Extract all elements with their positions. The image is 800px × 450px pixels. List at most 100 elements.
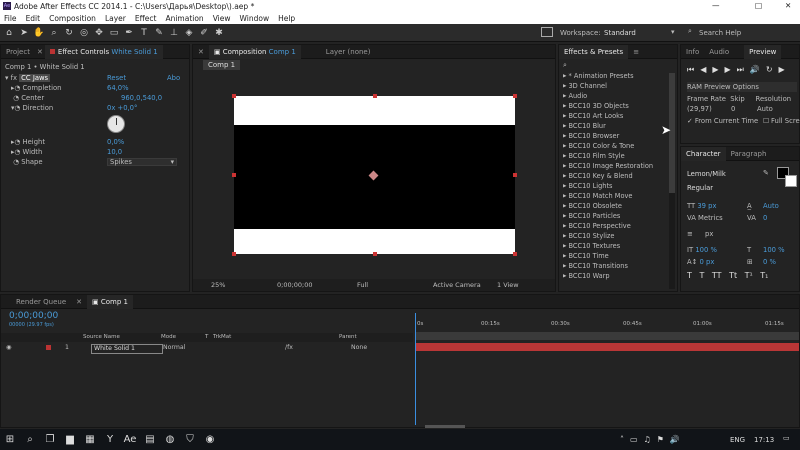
search-help-input[interactable]: Search Help bbox=[699, 29, 741, 37]
layer-row[interactable]: ◉ 1 White Solid 1 Normal /fx None bbox=[1, 343, 413, 354]
effect-name[interactable]: CC Jaws bbox=[19, 74, 51, 82]
resolution-select[interactable]: Auto bbox=[757, 104, 773, 114]
first-frame-icon[interactable]: ⏮ bbox=[687, 65, 700, 74]
stamp-tool-icon[interactable]: ⊥ bbox=[168, 27, 180, 39]
clock[interactable]: 17:13 bbox=[754, 436, 774, 444]
col-trkmat[interactable]: TrkMat bbox=[213, 333, 231, 342]
store-icon[interactable]: ▦ bbox=[80, 429, 100, 450]
eyedropper-icon[interactable]: ✎ bbox=[763, 169, 769, 177]
task-view-icon[interactable]: ❐ bbox=[40, 429, 60, 450]
reset-link[interactable]: Reset bbox=[107, 73, 126, 83]
kerning-value[interactable]: Metrics bbox=[698, 214, 723, 222]
tab-render-queue[interactable]: Render Queue bbox=[11, 295, 71, 309]
language-indicator[interactable]: ENG bbox=[730, 436, 745, 444]
tab-paragraph[interactable]: Paragraph bbox=[726, 147, 772, 161]
list-item[interactable]: BCC10 Blur bbox=[559, 121, 677, 131]
playhead[interactable] bbox=[415, 313, 416, 425]
handle[interactable] bbox=[513, 252, 517, 256]
minimize-button[interactable]: — bbox=[712, 1, 720, 10]
ram-preview-options[interactable]: RAM Preview Options bbox=[687, 82, 797, 92]
eye-icon[interactable]: ◉ bbox=[6, 343, 11, 353]
prop-completion-value[interactable]: 64,0% bbox=[107, 83, 129, 93]
prop-width[interactable]: ▸◔ Width 10,0 bbox=[11, 147, 186, 157]
list-item[interactable]: BCC10 Art Looks bbox=[559, 111, 677, 121]
zoom-tool-icon[interactable]: ⌕ bbox=[48, 27, 60, 39]
eraser-tool-icon[interactable]: ◈ bbox=[183, 27, 195, 39]
handle[interactable] bbox=[232, 173, 236, 177]
views-select[interactable]: 1 View bbox=[497, 279, 519, 291]
close-icon[interactable]: ✕ bbox=[193, 45, 209, 59]
tray-icons[interactable]: ˄▭♫⚑🔊 bbox=[620, 435, 686, 444]
italic-button[interactable]: T bbox=[699, 271, 704, 280]
timecode-display[interactable]: 0;00;00;00 bbox=[277, 279, 313, 291]
stopwatch-icon[interactable]: ◔ bbox=[11, 158, 21, 166]
layer-color-label[interactable] bbox=[46, 345, 51, 350]
prop-completion[interactable]: ▸◔ Completion 64,0% bbox=[11, 83, 186, 93]
camera-select[interactable]: Active Camera bbox=[433, 279, 481, 291]
next-frame-icon[interactable]: ▶ bbox=[725, 65, 737, 74]
list-item[interactable]: BCC10 Obsolete bbox=[559, 201, 677, 211]
time-ruler[interactable]: 0s 00:15s 00:30s 00:45s 01:00s 01:15s bbox=[415, 311, 799, 331]
menu-icon[interactable]: ≡ bbox=[628, 45, 644, 59]
stopwatch-icon[interactable]: ▾◔ bbox=[11, 104, 23, 112]
record-icon[interactable]: ◉ bbox=[200, 429, 220, 450]
effects-scrollbar[interactable] bbox=[669, 73, 675, 289]
timeline-zoom-slider[interactable] bbox=[425, 425, 465, 428]
col-mode[interactable]: Mode bbox=[161, 333, 176, 342]
hand-tool-icon[interactable]: ✋ bbox=[33, 27, 45, 39]
menu-edit[interactable]: Edit bbox=[26, 14, 41, 23]
menu-view[interactable]: View bbox=[213, 14, 231, 23]
prop-direction[interactable]: ▾◔ Direction 0x +0,0° bbox=[11, 103, 186, 113]
small-caps-button[interactable]: Tt bbox=[729, 271, 737, 280]
tab-effects-presets[interactable]: Effects & Presets bbox=[559, 44, 629, 59]
menu-file[interactable]: File bbox=[4, 14, 17, 23]
bold-button[interactable]: T bbox=[687, 271, 692, 280]
handle[interactable] bbox=[232, 252, 236, 256]
vertical-scale-value[interactable]: 100 % bbox=[695, 246, 717, 254]
play-icon[interactable]: ▶ bbox=[712, 65, 724, 74]
tab-effect-controls[interactable]: Effect Controls White Solid 1 bbox=[44, 44, 163, 59]
subscript-button[interactable]: T₁ bbox=[760, 271, 768, 280]
horizontal-scale-value[interactable]: 100 % bbox=[763, 245, 785, 255]
list-item[interactable]: * Animation Presets bbox=[559, 71, 677, 81]
workspace-toggle-icon[interactable] bbox=[541, 27, 553, 37]
prop-height[interactable]: ▸◔ Height 0,0% bbox=[11, 137, 186, 147]
stroke-width-value[interactable]: px bbox=[705, 229, 713, 239]
from-current-checkbox[interactable]: ✓ bbox=[687, 117, 693, 125]
maximize-button[interactable]: □ bbox=[755, 1, 762, 10]
brush-tool-icon[interactable]: ✎ bbox=[153, 27, 165, 39]
handle[interactable] bbox=[373, 252, 377, 256]
search-icon[interactable]: ⌕ bbox=[20, 429, 40, 450]
font-size-value[interactable]: 39 px bbox=[697, 202, 716, 210]
effects-search-input[interactable]: ⌕ bbox=[563, 61, 673, 71]
shape-dropdown[interactable]: Spikes ▾ bbox=[107, 158, 177, 166]
tsume-value[interactable]: 0 % bbox=[763, 257, 776, 267]
list-item[interactable]: BCC10 Lights bbox=[559, 181, 677, 191]
home-icon[interactable]: ⌂ bbox=[3, 27, 15, 39]
fx-icon[interactable]: /fx bbox=[285, 343, 293, 353]
menu-window[interactable]: Window bbox=[240, 14, 270, 23]
tab-project[interactable]: Project bbox=[1, 45, 35, 59]
superscript-button[interactable]: T¹ bbox=[745, 271, 753, 280]
prop-width-value[interactable]: 10,0 bbox=[107, 147, 122, 157]
direction-dial[interactable] bbox=[107, 115, 125, 133]
leading-value[interactable]: Auto bbox=[763, 201, 779, 211]
fx-icon[interactable]: fx bbox=[11, 74, 17, 82]
rotate-tool-icon[interactable]: ↻ bbox=[63, 27, 75, 39]
list-item[interactable]: BCC10 Film Style bbox=[559, 151, 677, 161]
col-source-name[interactable]: Source Name bbox=[83, 333, 120, 342]
col-parent[interactable]: Parent bbox=[339, 333, 357, 342]
handle[interactable] bbox=[513, 173, 517, 177]
rectangle-tool-icon[interactable]: ▭ bbox=[108, 27, 120, 39]
list-item[interactable]: BCC10 Warp bbox=[559, 271, 677, 281]
stopwatch-icon[interactable]: ▸◔ bbox=[11, 138, 23, 146]
tab-audio[interactable]: Audio bbox=[704, 45, 734, 59]
layer-mode-select[interactable]: Normal bbox=[163, 343, 185, 353]
close-button[interactable]: ✕ bbox=[785, 1, 791, 10]
handle[interactable] bbox=[373, 94, 377, 98]
tab-comp-1[interactable]: ▣ Comp 1 bbox=[87, 294, 133, 309]
roto-tool-icon[interactable]: ✐ bbox=[198, 27, 210, 39]
stopwatch-icon[interactable]: ▸◔ bbox=[11, 148, 23, 156]
timeline-timecode[interactable]: 0;00;00;00 bbox=[9, 311, 58, 321]
full-screen-checkbox[interactable]: ☐ bbox=[763, 116, 769, 126]
